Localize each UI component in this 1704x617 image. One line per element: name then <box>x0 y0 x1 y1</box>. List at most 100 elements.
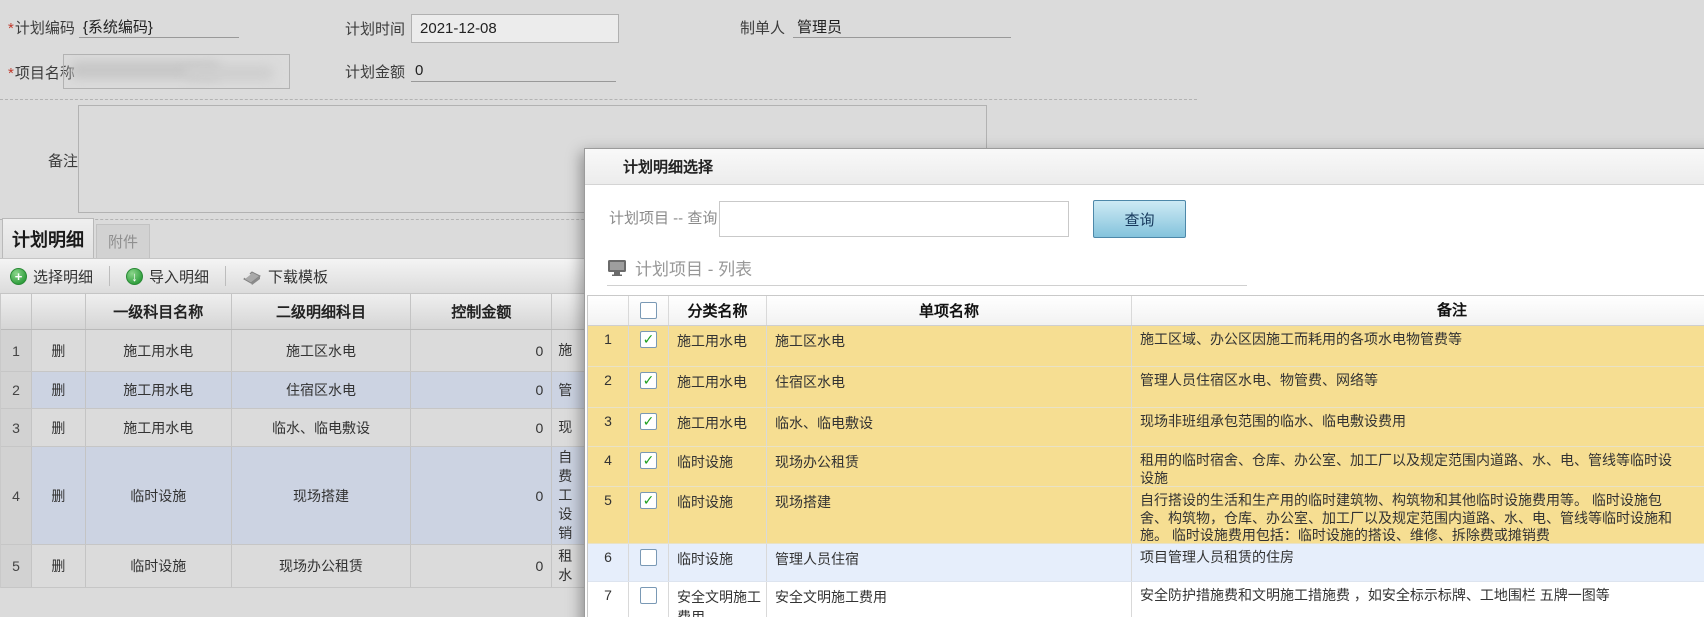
category-header: 分类名称 <box>669 296 767 325</box>
delete-link[interactable]: 删 <box>32 330 86 371</box>
form-divider <box>0 99 1197 100</box>
delete-link[interactable]: 删 <box>32 409 86 446</box>
list-title-underline <box>607 285 1247 286</box>
row-checkbox[interactable] <box>640 549 657 566</box>
plan-item-select-table: 分类名称 单项名称 备注 1 ✓ 施工用水电 施工区水电 施工区域、办公区因施工… <box>587 295 1704 617</box>
level1-cell: 施工用水电 <box>86 330 232 371</box>
item-header: 单项名称 <box>767 296 1132 325</box>
category-cell: 临时设施 <box>669 544 767 581</box>
remark-cell: 自行搭设的生活和生产用的临时建筑物、构筑物和其他临时设施费用等。 临时设施包 舍… <box>1132 487 1704 543</box>
select-table-header: 分类名称 单项名称 备注 <box>588 296 1704 326</box>
checkbox-cell: ✓ <box>629 367 669 407</box>
checkbox-cell <box>629 582 669 617</box>
plus-icon: + <box>10 268 27 285</box>
row-index: 4 <box>588 447 629 486</box>
remark-cell: 现场非班组承包范围的临水、临电敷设费用 <box>1132 408 1704 446</box>
category-cell: 临时设施 <box>669 487 767 543</box>
row-index: 1 <box>588 326 629 366</box>
level1-cell: 临时设施 <box>86 545 232 587</box>
toolbar-divider <box>109 266 110 286</box>
list-item[interactable]: 7 安全文明施工费用 安全文明施工费用 安全防护措施费和文明施工措施费 ，如安全… <box>588 582 1704 617</box>
tab-attachment[interactable]: 附件 <box>96 224 150 258</box>
list-item[interactable]: 6 临时设施 管理人员住宿 项目管理人员租赁的住房 <box>588 544 1704 582</box>
level1-header: 一级科目名称 <box>86 294 232 329</box>
monitor-icon <box>607 259 627 276</box>
category-cell: 施工用水电 <box>669 408 767 446</box>
row-index: 3 <box>1 409 32 446</box>
level2-cell: 现场办公租赁 <box>232 545 412 587</box>
search-button[interactable]: 查询 <box>1093 200 1186 238</box>
list-item[interactable]: 2 ✓ 施工用水电 住宿区水电 管理人员住宿区水电、物管费、网络等 <box>588 367 1704 408</box>
row-index: 6 <box>588 544 629 581</box>
level2-cell: 住宿区水电 <box>232 372 412 408</box>
level1-cell: 施工用水电 <box>86 372 232 408</box>
row-index: 5 <box>1 545 32 587</box>
app-window: *计划编码 计划时间 制单人 *项目名称 计划金额 备注 计划明细 附件 + 选… <box>0 0 1704 617</box>
row-index: 4 <box>1 447 32 544</box>
list-item[interactable]: 5 ✓ 临时设施 现场搭建 自行搭设的生活和生产用的临时建筑物、构筑物和其他临时… <box>588 487 1704 544</box>
list-title: 计划项目 - 列表 <box>607 255 752 280</box>
delete-link[interactable]: 删 <box>32 545 86 587</box>
plan-time-field: 计划时间 <box>345 14 619 43</box>
plan-time-label: 计划时间 <box>345 18 405 39</box>
list-item[interactable]: 4 ✓ 临时设施 现场办公租赁 租用的临时宿舍、仓库、办公室、加工厂以及规定范围… <box>588 447 1704 487</box>
list-item[interactable]: 3 ✓ 施工用水电 临水、临电敷设 现场非班组承包范围的临水、临电敷设费用 <box>588 408 1704 447</box>
item-cell: 安全文明施工费用 <box>767 582 1132 617</box>
checkbox-cell: ✓ <box>629 326 669 366</box>
level1-cell: 临时设施 <box>86 447 232 544</box>
row-index: 3 <box>588 408 629 446</box>
item-cell: 管理人员住宿 <box>767 544 1132 581</box>
download-template-button[interactable]: 下载模板 <box>242 266 328 287</box>
plan-code-input[interactable] <box>79 16 239 38</box>
search-label: 计划项目 -- 查询 <box>609 207 717 228</box>
template-icon <box>242 268 262 285</box>
category-cell: 施工用水电 <box>669 367 767 407</box>
amount-cell: 0 <box>411 372 552 408</box>
required-mark: * <box>8 20 14 37</box>
row-checkbox[interactable]: ✓ <box>640 492 657 509</box>
dialog-title: 计划明细选择 <box>623 156 713 177</box>
row-index: 5 <box>588 487 629 543</box>
remark-cell: 项目管理人员租赁的住房 <box>1132 544 1704 581</box>
category-cell: 施工用水电 <box>669 326 767 366</box>
plan-code-field: *计划编码 <box>8 16 239 38</box>
plan-amount-input[interactable] <box>411 60 616 82</box>
plan-time-input[interactable] <box>411 14 619 43</box>
import-detail-button[interactable]: ↓ 导入明细 <box>126 266 209 287</box>
remark-cell: 管理人员住宿区水电、物管费、网络等 <box>1132 367 1704 407</box>
creator-input[interactable] <box>793 16 1011 38</box>
dialog-titlebar[interactable]: 计划明细选择 <box>585 149 1704 185</box>
level2-header: 二级明细科目 <box>232 294 412 329</box>
row-index: 2 <box>588 367 629 407</box>
level2-cell: 现场搭建 <box>232 447 412 544</box>
checkbox-cell: ✓ <box>629 408 669 446</box>
plan-amount-field: 计划金额 <box>345 60 616 82</box>
level2-cell: 施工区水电 <box>232 330 412 371</box>
row-checkbox[interactable]: ✓ <box>640 331 657 348</box>
remark-header: 备注 <box>1132 296 1704 325</box>
amount-cell: 0 <box>411 409 552 446</box>
item-cell: 现场办公租赁 <box>767 447 1132 486</box>
row-checkbox[interactable]: ✓ <box>640 372 657 389</box>
row-checkbox[interactable]: ✓ <box>640 452 657 469</box>
tab-plan-detail[interactable]: 计划明细 <box>2 218 94 258</box>
select-all-checkbox[interactable] <box>640 302 657 319</box>
checkbox-cell: ✓ <box>629 487 669 543</box>
project-name-input[interactable] <box>63 54 290 89</box>
checkbox-cell <box>629 544 669 581</box>
select-all-cell <box>629 296 669 325</box>
amount-cell: 0 <box>411 447 552 544</box>
select-detail-button[interactable]: + 选择明细 <box>10 266 93 287</box>
level1-cell: 施工用水电 <box>86 409 232 446</box>
row-index: 7 <box>588 582 629 617</box>
row-index: 1 <box>1 330 32 371</box>
list-item[interactable]: 1 ✓ 施工用水电 施工区水电 施工区域、办公区因施工而耗用的各项水电物管费等 <box>588 326 1704 367</box>
delete-link[interactable]: 删 <box>32 372 86 408</box>
delete-link[interactable]: 删 <box>32 447 86 544</box>
search-input[interactable] <box>719 201 1069 237</box>
row-checkbox[interactable]: ✓ <box>640 413 657 430</box>
row-checkbox[interactable] <box>640 587 657 604</box>
remark-cell: 安全防护措施费和文明施工措施费 ，如安全标示标牌、工地围栏 五牌一图等 <box>1132 582 1704 617</box>
delete-header <box>32 294 86 329</box>
category-cell: 安全文明施工费用 <box>669 582 767 617</box>
